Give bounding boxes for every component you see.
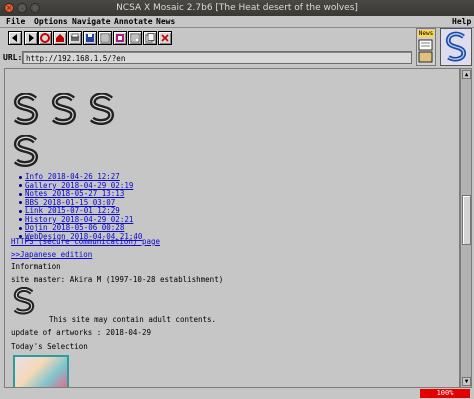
reload-button[interactable]: [38, 31, 52, 45]
bullet-icon: [19, 201, 22, 205]
nav-link-list: Info 2018-04-26 12:27 Gallery 2018-04-29…: [19, 172, 142, 241]
print-icon: [71, 33, 79, 41]
url-label: URL:: [3, 53, 23, 62]
close-icon: [161, 34, 169, 42]
newspaper-icon: [130, 33, 140, 43]
bullet-icon: [19, 226, 22, 230]
site-logo-s-icon: [13, 93, 38, 125]
todays-selection-image[interactable]: [13, 355, 69, 387]
bullet-icon: [19, 184, 22, 188]
hotlist-icon: [100, 33, 110, 43]
bullet-icon: [19, 209, 22, 213]
scroll-thumb[interactable]: [462, 195, 471, 245]
vertical-scrollbar[interactable]: ▲ ▼: [460, 68, 472, 388]
home-button[interactable]: [53, 31, 67, 45]
https-page-link[interactable]: HTTPS (secure communication) page: [11, 237, 160, 246]
site-logo-s-icon: [13, 287, 35, 315]
url-row: URL: http://192.168.1.5/?en: [0, 50, 414, 65]
newspaper-stack-icon: [418, 39, 433, 63]
hotlist-button[interactable]: [98, 31, 112, 45]
site-logo-s-icon: [13, 135, 38, 167]
toolbar: [0, 29, 414, 49]
news-button[interactable]: News: [416, 28, 436, 66]
url-input[interactable]: http://192.168.1.5/?en: [22, 51, 412, 64]
menubar: File Options Navigate Annotate News Help: [0, 16, 474, 28]
menu-options[interactable]: Options: [34, 17, 68, 26]
japanese-edition-link[interactable]: >>Japanese edition: [11, 250, 92, 259]
bullet-icon: [19, 175, 22, 179]
mosaic-window: File Options Navigate Annotate News Help: [0, 16, 474, 399]
newspaper-button[interactable]: [128, 31, 142, 45]
window-title: NCSA X Mosaic 2.7b6 [The Heat desert of …: [116, 3, 358, 13]
mosaic-spinning-logo-icon: [441, 29, 471, 65]
status-bar: 100%: [0, 388, 474, 399]
menu-annotate[interactable]: Annotate: [114, 17, 153, 26]
site-master-text: site master: Akira M (1997-10-28 establi…: [11, 275, 224, 284]
bullet-icon: [19, 192, 22, 196]
forward-button[interactable]: [24, 31, 38, 45]
progress-indicator: 100%: [420, 389, 470, 398]
save-icon: [86, 34, 94, 42]
back-button[interactable]: [8, 31, 22, 45]
mosaic-logo[interactable]: [440, 28, 472, 66]
news-button-label: News: [418, 30, 434, 37]
menu-news[interactable]: News: [156, 17, 175, 26]
home-icon: [56, 34, 64, 42]
bullet-icon: [19, 218, 22, 222]
todays-selection-heading: Today's Selection: [11, 342, 88, 351]
update-text: update of artworks : 2018-04-29: [11, 328, 151, 337]
print-button[interactable]: [68, 31, 82, 45]
forward-icon: [29, 34, 34, 42]
copy-button[interactable]: [143, 31, 157, 45]
reload-icon: [40, 33, 50, 43]
site-logo-s-icon: [51, 93, 76, 125]
clone-window-icon: [116, 34, 124, 42]
close-button[interactable]: [158, 31, 172, 45]
menu-file[interactable]: File: [6, 17, 25, 26]
copy-icon: [145, 33, 155, 43]
scroll-down-icon[interactable]: ▼: [462, 377, 471, 386]
scroll-up-icon[interactable]: ▲: [462, 70, 471, 79]
clone-window-button[interactable]: [113, 31, 127, 45]
back-icon: [12, 34, 17, 42]
save-button[interactable]: [83, 31, 97, 45]
document-view[interactable]: Info 2018-04-26 12:27 Gallery 2018-04-29…: [4, 68, 460, 388]
window-titlebar: × – □ NCSA X Mosaic 2.7b6 [The Heat dese…: [0, 0, 474, 16]
menu-navigate[interactable]: Navigate: [72, 17, 111, 26]
adult-notice: This site may contain adult contents.: [49, 315, 217, 324]
menu-help[interactable]: Help: [452, 17, 471, 26]
information-heading: Information: [11, 262, 61, 271]
site-logo-s-icon: [89, 93, 114, 125]
